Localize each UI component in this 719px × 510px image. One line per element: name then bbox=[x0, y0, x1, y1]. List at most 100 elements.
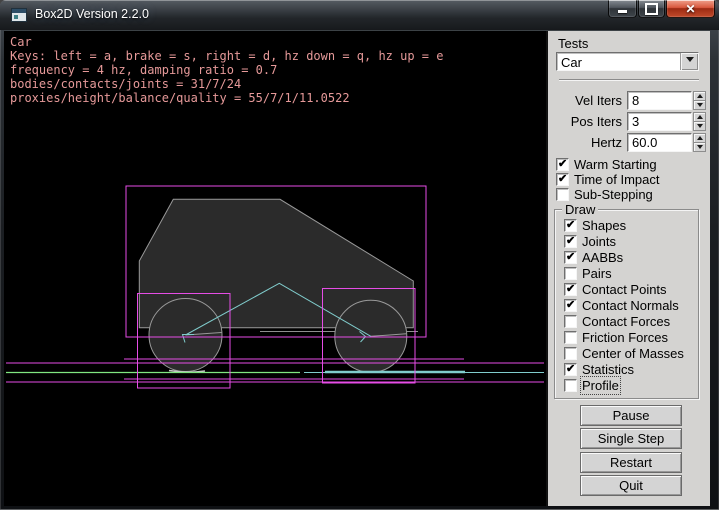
checkbox-profile[interactable]: Profile bbox=[564, 378, 619, 392]
checkbox-contact-points[interactable]: Contact Points bbox=[564, 282, 667, 296]
checkbox-sub-stepping[interactable]: Sub-Stepping bbox=[556, 187, 653, 201]
minimize-button[interactable] bbox=[608, 0, 637, 18]
arrow-down-icon bbox=[697, 145, 703, 152]
vel-iters-input[interactable] bbox=[627, 91, 692, 110]
checkmark-icon bbox=[566, 218, 575, 231]
frequency-text: frequency = 4 hz, damping ratio = 0.7 bbox=[10, 63, 277, 77]
checkbox-label: Contact Forces bbox=[582, 314, 670, 329]
arrow-up-icon bbox=[697, 91, 703, 98]
checkbox-box bbox=[564, 235, 577, 248]
checkbox-box bbox=[564, 363, 577, 376]
checkbox-warm-starting[interactable]: Warm Starting bbox=[556, 157, 657, 171]
spin-up-button[interactable] bbox=[693, 112, 706, 122]
arrow-down-icon bbox=[697, 124, 703, 131]
checkbox-label: AABBs bbox=[582, 250, 623, 265]
checkbox-statistics[interactable]: Statistics bbox=[564, 362, 634, 376]
checkbox-aabbs[interactable]: AABBs bbox=[564, 250, 623, 264]
checkbox-label: Shapes bbox=[582, 218, 626, 233]
chevron-down-icon bbox=[686, 57, 694, 66]
window-title: Box2D Version 2.2.0 bbox=[35, 7, 149, 21]
stats-text: bodies/contacts/joints = 31/7/24 bbox=[10, 77, 241, 91]
checkbox-label: Statistics bbox=[582, 362, 634, 377]
control-panel: Tests Car Vel Iters Pos Iters bbox=[546, 31, 710, 506]
keys-help-text: Keys: left = a, brake = s, right = d, hz… bbox=[10, 49, 443, 63]
close-button[interactable]: ✕ bbox=[666, 0, 715, 18]
simulation-canvas[interactable]: Car Keys: left = a, brake = s, right = d… bbox=[4, 31, 546, 506]
minimize-icon bbox=[618, 10, 627, 13]
pause-button[interactable]: Pause bbox=[580, 405, 682, 426]
separator bbox=[559, 79, 699, 81]
close-icon: ✕ bbox=[685, 1, 695, 17]
tests-dropdown[interactable]: Car bbox=[556, 52, 699, 71]
test-title-text: Car bbox=[10, 35, 32, 49]
checkbox-box bbox=[564, 251, 577, 264]
checkbox-box bbox=[556, 173, 569, 186]
spin-up-button[interactable] bbox=[693, 91, 706, 101]
arrow-up-icon bbox=[697, 133, 703, 140]
spin-down-button[interactable] bbox=[693, 101, 706, 110]
checkbox-box bbox=[564, 315, 577, 328]
checkmark-icon bbox=[566, 298, 575, 311]
restart-button[interactable]: Restart bbox=[580, 452, 682, 473]
checkbox-label: Pairs bbox=[582, 266, 612, 281]
checkbox-box bbox=[564, 299, 577, 312]
single-step-button[interactable]: Single Step bbox=[580, 428, 682, 449]
checkbox-label: Profile bbox=[582, 378, 619, 393]
maximize-icon bbox=[645, 3, 658, 15]
checkbox-box bbox=[556, 158, 569, 171]
checkbox-box bbox=[564, 347, 577, 360]
vel-iters-spinner[interactable] bbox=[693, 91, 706, 110]
checkbox-label: Joints bbox=[582, 234, 616, 249]
checkbox-label: Center of Masses bbox=[582, 346, 684, 361]
app-window: Box2D Version 2.2.0 ✕ bbox=[0, 0, 719, 510]
checkbox-pairs[interactable]: Pairs bbox=[564, 266, 612, 280]
checkbox-label: Sub-Stepping bbox=[574, 187, 653, 202]
checkbox-box bbox=[564, 219, 577, 232]
checkbox-label: Contact Points bbox=[582, 282, 667, 297]
checkmark-icon bbox=[558, 172, 567, 185]
pos-iters-label: Pos Iters bbox=[548, 114, 622, 129]
checkbox-box bbox=[564, 267, 577, 280]
quit-button[interactable]: Quit bbox=[580, 475, 682, 496]
pos-iters-input[interactable] bbox=[627, 112, 692, 131]
hertz-label: Hertz bbox=[548, 135, 622, 150]
hertz-spinner[interactable] bbox=[693, 133, 706, 152]
tests-dropdown-value: Car bbox=[557, 53, 680, 70]
checkmark-icon bbox=[566, 362, 575, 375]
checkbox-box bbox=[564, 283, 577, 296]
hertz-input[interactable] bbox=[627, 133, 692, 152]
client-area: Car Keys: left = a, brake = s, right = d… bbox=[4, 30, 710, 506]
checkbox-shapes[interactable]: Shapes bbox=[564, 218, 626, 232]
checkbox-joints[interactable]: Joints bbox=[564, 234, 616, 248]
checkbox-label: Contact Normals bbox=[582, 298, 679, 313]
checkmark-icon bbox=[566, 234, 575, 247]
checkbox-box bbox=[564, 331, 577, 344]
title-bar[interactable]: Box2D Version 2.2.0 ✕ bbox=[0, 0, 719, 30]
draw-group-label: Draw bbox=[562, 202, 598, 217]
vel-iters-label: Vel Iters bbox=[548, 93, 622, 108]
checkmark-icon bbox=[558, 157, 567, 170]
pos-iters-spinner[interactable] bbox=[693, 112, 706, 131]
spin-up-button[interactable] bbox=[693, 133, 706, 143]
arrow-down-icon bbox=[697, 103, 703, 110]
checkbox-box bbox=[564, 379, 577, 392]
dropdown-arrow-button[interactable] bbox=[680, 53, 698, 70]
spin-down-button[interactable] bbox=[693, 143, 706, 152]
spin-down-button[interactable] bbox=[693, 122, 706, 131]
checkmark-icon bbox=[566, 250, 575, 263]
app-icon bbox=[11, 8, 27, 22]
arrow-up-icon bbox=[697, 112, 703, 119]
checkbox-label: Friction Forces bbox=[582, 330, 668, 345]
tests-label: Tests bbox=[558, 36, 588, 51]
checkbox-label: Warm Starting bbox=[574, 157, 657, 172]
checkmark-icon bbox=[566, 282, 575, 295]
checkbox-label: Time of Impact bbox=[574, 172, 659, 187]
checkbox-contact-forces[interactable]: Contact Forces bbox=[564, 314, 670, 328]
checkbox-center-of-masses[interactable]: Center of Masses bbox=[564, 346, 684, 360]
checkbox-friction-forces[interactable]: Friction Forces bbox=[564, 330, 668, 344]
proxies-text: proxies/height/balance/quality = 55/7/1/… bbox=[10, 91, 350, 105]
checkbox-contact-normals[interactable]: Contact Normals bbox=[564, 298, 679, 312]
checkbox-box bbox=[556, 188, 569, 201]
maximize-button[interactable] bbox=[638, 0, 665, 18]
checkbox-time-of-impact[interactable]: Time of Impact bbox=[556, 172, 659, 186]
